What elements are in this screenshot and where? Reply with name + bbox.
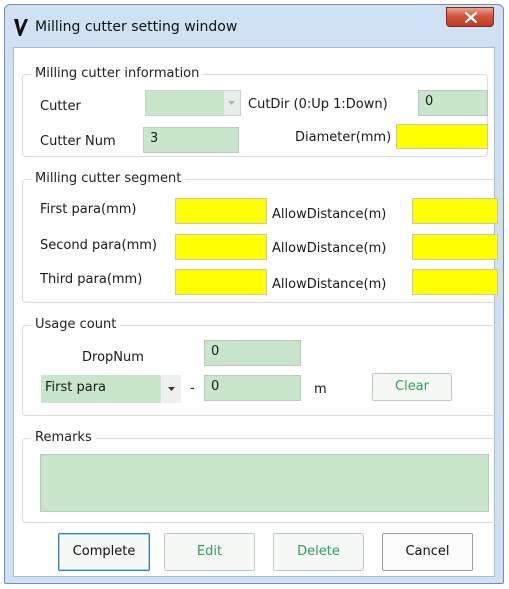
first-allow-label: AllowDistance(m) (272, 207, 387, 222)
cutter-label: Cutter (40, 99, 81, 114)
dialog-body: Milling cutter information Cutter CutDir… (13, 47, 502, 577)
para-select[interactable]: First para (41, 375, 181, 403)
diameter-label: Diameter(mm) (295, 130, 392, 145)
third-allow-label: AllowDistance(m) (272, 277, 387, 292)
second-para-field[interactable] (175, 234, 267, 260)
delete-button[interactable]: Delete (273, 533, 364, 571)
cutter-num-label: Cutter Num (40, 134, 116, 149)
para-select-value: First para (45, 380, 107, 395)
cutter-select[interactable] (145, 90, 241, 116)
cutter-dropdown-toggle[interactable] (224, 91, 240, 115)
first-para-label: First para(mm) (40, 202, 137, 217)
third-allow-field[interactable] (412, 269, 498, 295)
range-dash: - (190, 381, 195, 396)
cutdir-label: CutDir (0:Up 1:Down) (248, 97, 388, 112)
window-title: Milling cutter setting window (35, 19, 238, 35)
dialog-window: Milling cutter setting window Milling cu… (4, 4, 504, 584)
segment-legend: Milling cutter segment (31, 171, 186, 186)
close-icon (465, 12, 477, 23)
cutdir-field[interactable]: 0 (418, 90, 488, 116)
dropnum-field[interactable]: 0 (204, 340, 301, 366)
first-allow-field[interactable] (412, 198, 498, 224)
chevron-down-icon (168, 387, 175, 391)
remarks-field[interactable] (40, 454, 489, 512)
usage-unit-label: m (314, 382, 327, 397)
complete-button[interactable]: Complete (58, 533, 150, 571)
usage-count-field[interactable]: 0 (204, 375, 301, 401)
second-allow-field[interactable] (412, 234, 498, 260)
cancel-button[interactable]: Cancel (382, 533, 473, 571)
second-allow-label: AllowDistance(m) (272, 241, 387, 256)
third-para-label: Third para(mm) (40, 272, 143, 287)
title-bar[interactable]: Milling cutter setting window (5, 5, 503, 47)
dropnum-label: DropNum (82, 350, 144, 365)
first-para-field[interactable] (175, 198, 267, 224)
clear-button[interactable]: Clear (372, 373, 452, 401)
edit-button[interactable]: Edit (164, 533, 255, 571)
app-logo-icon (14, 19, 28, 36)
usage-legend: Usage count (31, 317, 121, 332)
third-para-field[interactable] (175, 269, 267, 295)
second-para-label: Second para(mm) (40, 238, 157, 253)
remarks-legend: Remarks (31, 430, 96, 445)
diameter-field[interactable] (396, 124, 488, 149)
cutter-info-legend: Milling cutter information (31, 66, 204, 81)
chevron-down-icon (228, 101, 235, 105)
close-button[interactable] (446, 7, 494, 27)
para-dropdown-toggle[interactable] (161, 375, 181, 403)
cutter-num-field[interactable]: 3 (143, 127, 239, 153)
